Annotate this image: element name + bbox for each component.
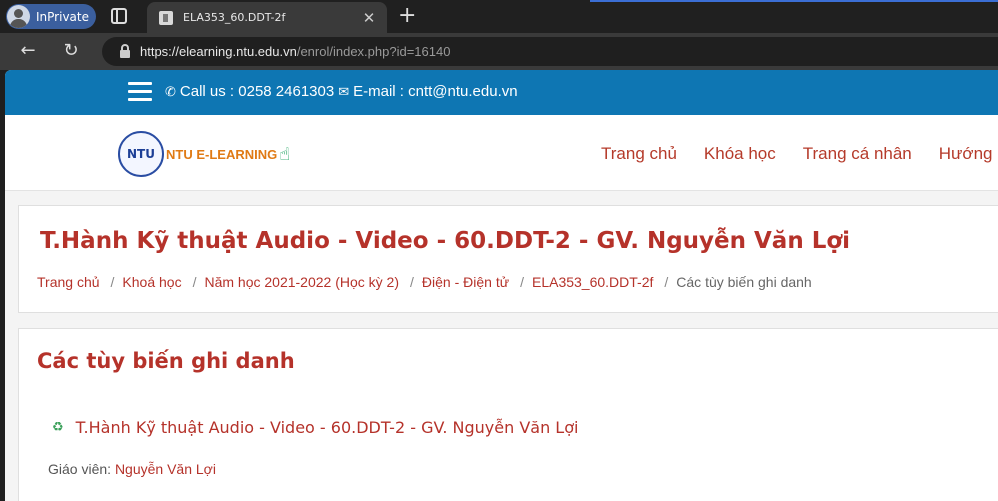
web-page: ✆ Call us : 0258 2461303 ✉ E-mail : cntt… <box>5 70 998 501</box>
nav-item-guide[interactable]: Hướng <box>939 144 993 164</box>
breadcrumb-year[interactable]: Năm học 2021-2022 (Học kỳ 2) <box>204 274 399 290</box>
phone-text: Call us : 0258 2461303 <box>179 83 335 100</box>
logo-text: NTU E-LEARNING <box>166 146 278 162</box>
phone-icon: ✆ <box>165 83 176 99</box>
site-header: NTU NTU E-LEARNING ☝ Trang chủ Khóa học … <box>5 115 998 191</box>
inprivate-profile-button[interactable]: InPrivate <box>6 4 96 29</box>
loading-bar <box>590 0 998 2</box>
breadcrumb-separator: / <box>664 274 669 290</box>
nav-item-courses[interactable]: Khóa học <box>704 144 776 164</box>
breadcrumb-separator: / <box>192 274 197 290</box>
main-nav: Trang chủ Khóa học Trang cá nhân Hướng <box>601 144 992 164</box>
hand-pointer-icon: ☝ <box>279 143 291 165</box>
back-icon[interactable]: ← <box>17 40 39 61</box>
email-text: E-mail : cntt@ntu.edu.vn <box>353 83 518 100</box>
profile-label: InPrivate <box>36 9 89 24</box>
tab-close-icon[interactable]: ✕ <box>359 9 379 27</box>
breadcrumb-course[interactable]: ELA353_60.DDT-2f <box>532 274 653 290</box>
enrol-options-card: Các tùy biến ghi danh ♻ T.Hành Kỹ thuật … <box>18 328 998 501</box>
active-tab[interactable]: ELA353_60.DDT-2f ✕ <box>147 2 387 33</box>
breadcrumb-current: Các tùy biến ghi danh <box>676 274 812 290</box>
nav-item-home[interactable]: Trang chủ <box>601 144 677 164</box>
course-link-text[interactable]: T.Hành Kỹ thuật Audio - Video - 60.DDT-2… <box>76 418 579 437</box>
teacher-info: Giáo viên: Nguyễn Văn Lợi <box>48 461 216 477</box>
lock-icon[interactable] <box>120 43 130 58</box>
url-path: /enrol/index.php?id=16140 <box>296 44 451 59</box>
url-host: https://elearning.ntu.edu.vn <box>140 44 297 59</box>
mail-icon: ✉ <box>338 83 350 99</box>
profile-avatar-icon <box>7 5 30 28</box>
breadcrumb-home[interactable]: Trang chủ <box>37 274 100 290</box>
contact-bar: ✆ Call us : 0258 2461303 ✉ E-mail : cntt… <box>5 70 998 115</box>
new-tab-icon[interactable]: + <box>398 3 416 28</box>
browser-toolbar: ← ↻ https://elearning.ntu.edu.vn /enrol/… <box>0 33 998 70</box>
page-title: T.Hành Kỹ thuật Audio - Video - 60.DDT-2… <box>40 228 851 254</box>
breadcrumb: Trang chủ / Khoá học / Năm học 2021-2022… <box>37 274 812 290</box>
contact-info: ✆ Call us : 0258 2461303 ✉ E-mail : cntt… <box>165 83 518 100</box>
recycle-icon: ♻ <box>52 420 64 435</box>
browser-tab-bar: InPrivate ELA353_60.DDT-2f ✕ + <box>0 0 998 33</box>
breadcrumb-department[interactable]: Điện - Điện tử <box>422 274 509 290</box>
breadcrumb-separator: / <box>520 274 524 290</box>
tab-favicon-icon <box>159 10 173 25</box>
breadcrumb-courses[interactable]: Khoá học <box>122 274 181 290</box>
breadcrumb-separator: / <box>410 274 414 290</box>
breadcrumb-separator: / <box>110 274 115 290</box>
menu-icon[interactable] <box>128 82 152 102</box>
site-logo[interactable]: NTU NTU E-LEARNING ☝ <box>118 131 290 177</box>
section-title: Các tùy biến ghi danh <box>37 349 295 373</box>
tab-actions-icon[interactable] <box>111 8 127 24</box>
reload-icon[interactable]: ↻ <box>60 40 82 61</box>
address-bar[interactable]: https://elearning.ntu.edu.vn /enrol/inde… <box>102 37 998 66</box>
teacher-link[interactable]: Nguyễn Văn Lợi <box>115 461 216 477</box>
tab-title: ELA353_60.DDT-2f <box>183 11 286 24</box>
teacher-label: Giáo viên: <box>48 461 112 477</box>
nav-item-profile[interactable]: Trang cá nhân <box>803 144 912 164</box>
page-header-card: T.Hành Kỹ thuật Audio - Video - 60.DDT-2… <box>18 205 998 313</box>
course-link[interactable]: ♻ T.Hành Kỹ thuật Audio - Video - 60.DDT… <box>52 418 578 437</box>
ntu-seal-logo: NTU <box>118 131 164 177</box>
